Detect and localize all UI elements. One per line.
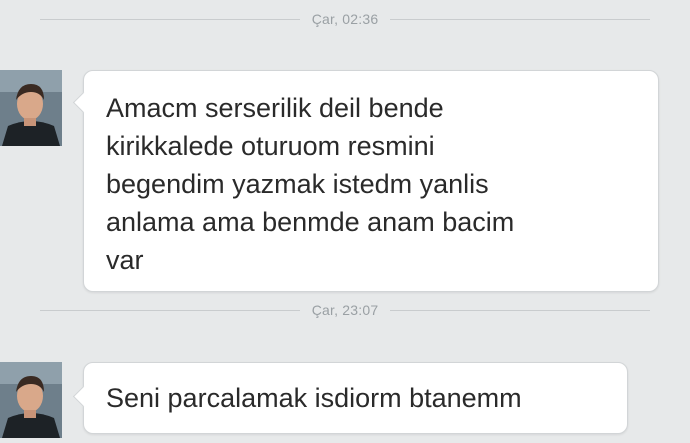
message-bubble[interactable]: Seni parcalamak isdiorm btanemm — [72, 362, 628, 434]
message-text: Amacm serserilik deil bende kirikkalede … — [106, 93, 515, 275]
date-divider: Çar, 02:36 — [0, 9, 690, 29]
timestamp: Çar, 23:07 — [311, 302, 379, 318]
message-bubble[interactable]: Amacm serserilik deil bende kirikkalede … — [72, 70, 659, 292]
avatar[interactable] — [0, 362, 62, 438]
message-text: Seni parcalamak isdiorm btanemm — [106, 383, 522, 413]
avatar[interactable] — [0, 70, 62, 146]
date-divider: Çar, 23:07 — [0, 300, 690, 320]
chat-thread: Çar, 02:36 Amacm serserilik deil bende k… — [0, 0, 690, 443]
message-incoming[interactable]: Amacm serserilik deil bende kirikkalede … — [0, 70, 690, 292]
timestamp: Çar, 02:36 — [311, 11, 379, 27]
message-incoming[interactable]: Seni parcalamak isdiorm btanemm — [0, 362, 690, 440]
